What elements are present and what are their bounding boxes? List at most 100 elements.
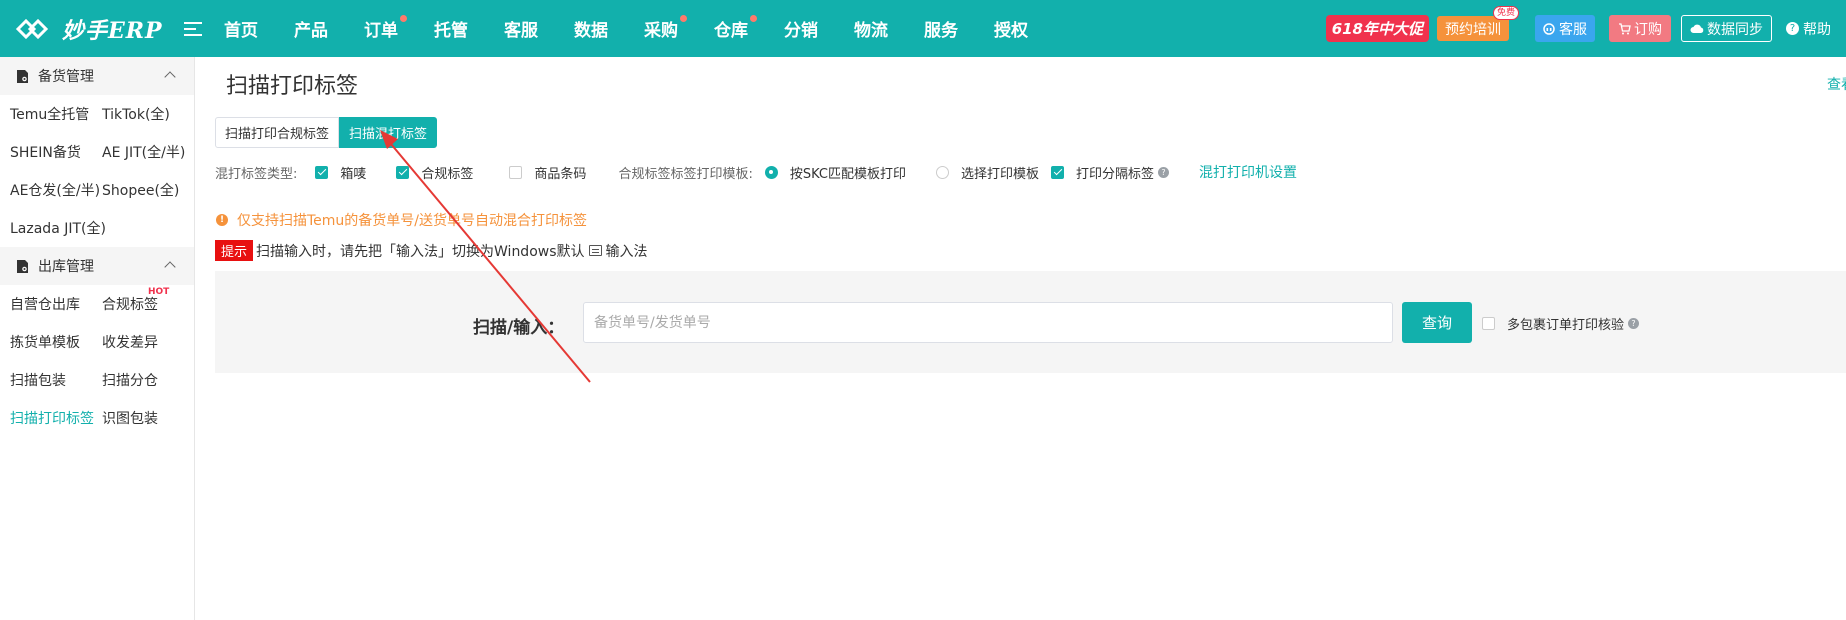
choose-template-radio[interactable]: [935, 165, 949, 179]
free-badge: 免费: [1492, 6, 1519, 20]
nav-item-label: 产品: [294, 21, 328, 41]
nav-item[interactable]: 客服: [504, 16, 574, 41]
header-actions: 618年中大促 预约培训 免费 客服 订购 数据同步 ? 帮助: [1325, 0, 1846, 57]
sidebar: 备货管理 Temu全托管 TikTok(全) SHEIN备货 AE JIT(全/半) A…: [0, 57, 195, 620]
tip-text: 扫描输入时，请先把「输入法」切换为Windows默认: [256, 243, 585, 260]
cloud-icon: [1690, 24, 1704, 33]
sidebar-item[interactable]: AE仓发(全/半): [10, 171, 102, 209]
sidebar-item-label: Shopee(全): [102, 183, 180, 199]
sidebar-item[interactable]: AE JIT(全/半): [102, 133, 202, 171]
sidebar-item-label: AE JIT(全/半): [102, 145, 186, 161]
sidebar-item-label: 识图包装: [102, 411, 158, 427]
barcode-label: 商品条码: [534, 166, 587, 182]
sidebar-item-label: 拣货单模板: [10, 335, 80, 351]
sidebar-item-label: AE仓发(全/半): [10, 183, 101, 199]
data-sync-button[interactable]: 数据同步: [1681, 15, 1772, 42]
sidebar-item[interactable]: 自营仓出库: [10, 285, 102, 323]
notification-dot: [750, 15, 757, 22]
data-sync-label: 数据同步: [1707, 21, 1763, 38]
query-button[interactable]: 查询: [1402, 302, 1472, 343]
nav-item-label: 分销: [784, 21, 818, 41]
question-icon[interactable]: ?: [1158, 166, 1170, 178]
mode-tabs: 扫描打印合规标签 扫描混打标签: [215, 117, 438, 148]
sidebar-item[interactable]: TikTok(全): [102, 95, 202, 133]
sidebar-item[interactable]: Temu全托管: [10, 95, 102, 133]
sidebar-item[interactable]: 收发差异: [102, 323, 202, 361]
nav-item-label: 托管: [434, 21, 468, 41]
notification-dot: [400, 15, 407, 22]
sidebar-item[interactable]: 拣货单模板: [10, 323, 102, 361]
view-link[interactable]: 查看: [1827, 74, 1846, 94]
nav-item-label: 首页: [224, 21, 258, 41]
nav-item[interactable]: 托管: [434, 16, 504, 41]
logo[interactable]: 妙手ERP: [14, 13, 174, 45]
nav-item[interactable]: 采购: [644, 15, 714, 41]
sidebar-item[interactable]: Shopee(全): [102, 171, 202, 209]
sidebar-item[interactable]: 合规标签 HOT: [102, 285, 202, 323]
multi-package-checkbox[interactable]: [1482, 317, 1495, 330]
notification-dot: [680, 15, 687, 22]
sidebar-item-label: Temu全托管: [10, 107, 90, 123]
print-separator-checkbox[interactable]: [1051, 165, 1064, 179]
nav-item[interactable]: 首页: [224, 16, 294, 41]
nav-item[interactable]: 服务: [924, 16, 994, 41]
promo-banner[interactable]: 618年中大促: [1325, 15, 1429, 42]
sidebar-item[interactable]: 识图包装: [102, 399, 202, 437]
menu-toggle-icon[interactable]: [184, 21, 202, 36]
nav-item-label: 仓库: [714, 21, 748, 41]
sidebar-item[interactable]: SHEIN备货: [10, 133, 102, 171]
scan-input[interactable]: [583, 302, 1393, 343]
main-nav: 首页 产品 订单 托管 客服 数据 采购 仓库 分销 物流 服务 授权: [224, 15, 1064, 41]
choose-template-label: 选择打印模板: [960, 166, 1039, 182]
print-separator-label: 打印分隔标签: [1076, 166, 1155, 182]
compliance-checkbox[interactable]: [396, 165, 410, 179]
training-button[interactable]: 预约培训 免费: [1437, 6, 1519, 41]
nav-item[interactable]: 数据: [574, 16, 644, 41]
warning-text: 仅支持扫描Temu的备货单号/送货单号自动混合打印标签: [237, 213, 588, 229]
sidebar-group-label: 出库管理: [38, 259, 94, 275]
barcode-checkbox[interactable]: [509, 165, 523, 179]
nav-item-label: 客服: [504, 21, 538, 41]
template-label: 合规标签标签打印模板:: [618, 166, 753, 182]
help-icon: ?: [1786, 22, 1799, 35]
tab-compliance-label[interactable]: 扫描打印合规标签: [215, 117, 340, 148]
sidebar-item[interactable]: 扫描分仓: [102, 361, 202, 399]
chevron-up-icon: [164, 261, 176, 273]
printer-settings-link[interactable]: 混打打印机设置: [1199, 162, 1297, 182]
help-label: 帮助: [1803, 21, 1831, 38]
nav-item-label: 授权: [994, 21, 1028, 41]
tab-mixed-label[interactable]: 扫描混打标签: [339, 117, 438, 148]
question-icon[interactable]: ?: [1628, 318, 1640, 329]
service-button[interactable]: 客服: [1535, 15, 1595, 42]
sidebar-group-stock[interactable]: 备货管理: [0, 57, 194, 95]
box-mark-checkbox[interactable]: [315, 165, 329, 179]
nav-item[interactable]: 物流: [854, 16, 924, 41]
nav-item[interactable]: 产品: [294, 16, 364, 41]
sidebar-item[interactable]: Lazada JIT(全): [10, 209, 106, 247]
sidebar-group-outbound[interactable]: 出库管理: [0, 247, 194, 285]
nav-item[interactable]: 订单: [364, 15, 434, 41]
sidebar-item-label: 自营仓出库: [10, 297, 80, 313]
cart-icon: [1619, 22, 1631, 34]
sidebar-item[interactable]: 扫描打印标签: [10, 399, 102, 437]
nav-item[interactable]: 授权: [994, 16, 1064, 41]
sidebar-item[interactable]: 扫描包装: [10, 361, 102, 399]
sidebar-item-label: 扫描包装: [10, 373, 66, 389]
nav-item[interactable]: 仓库: [714, 15, 784, 41]
warning-message: ! 仅支持扫描Temu的备货单号/送货单号自动混合打印标签: [216, 210, 587, 230]
sidebar-group-label: 备货管理: [38, 69, 94, 85]
label-options: 混打标签类型: 箱唛 合规标签 商品条码 合规标签标签打印模板: 按SKC匹配模…: [215, 162, 1297, 182]
multi-package-check: 多包裹订单打印核验 ?: [1482, 314, 1640, 333]
top-navbar: 妙手ERP 首页 产品 订单 托管 客服 数据 采购 仓库 分销 物流 服务 授权 618年中大促 预…: [0, 0, 1846, 57]
nav-item[interactable]: 分销: [784, 16, 854, 41]
help-link[interactable]: ? 帮助: [1782, 19, 1846, 39]
order-button[interactable]: 订购: [1609, 15, 1671, 42]
nav-item-label: 服务: [924, 21, 958, 41]
match-skc-label: 按SKC匹配模板打印: [789, 166, 906, 182]
compliance-label: 合规标签: [421, 166, 474, 182]
match-skc-radio[interactable]: [764, 165, 778, 179]
training-label: 预约培训: [1445, 21, 1501, 38]
scan-label: 扫描/输入：: [473, 318, 565, 338]
logo-icon: [15, 18, 49, 39]
keyboard-icon: [588, 245, 602, 256]
